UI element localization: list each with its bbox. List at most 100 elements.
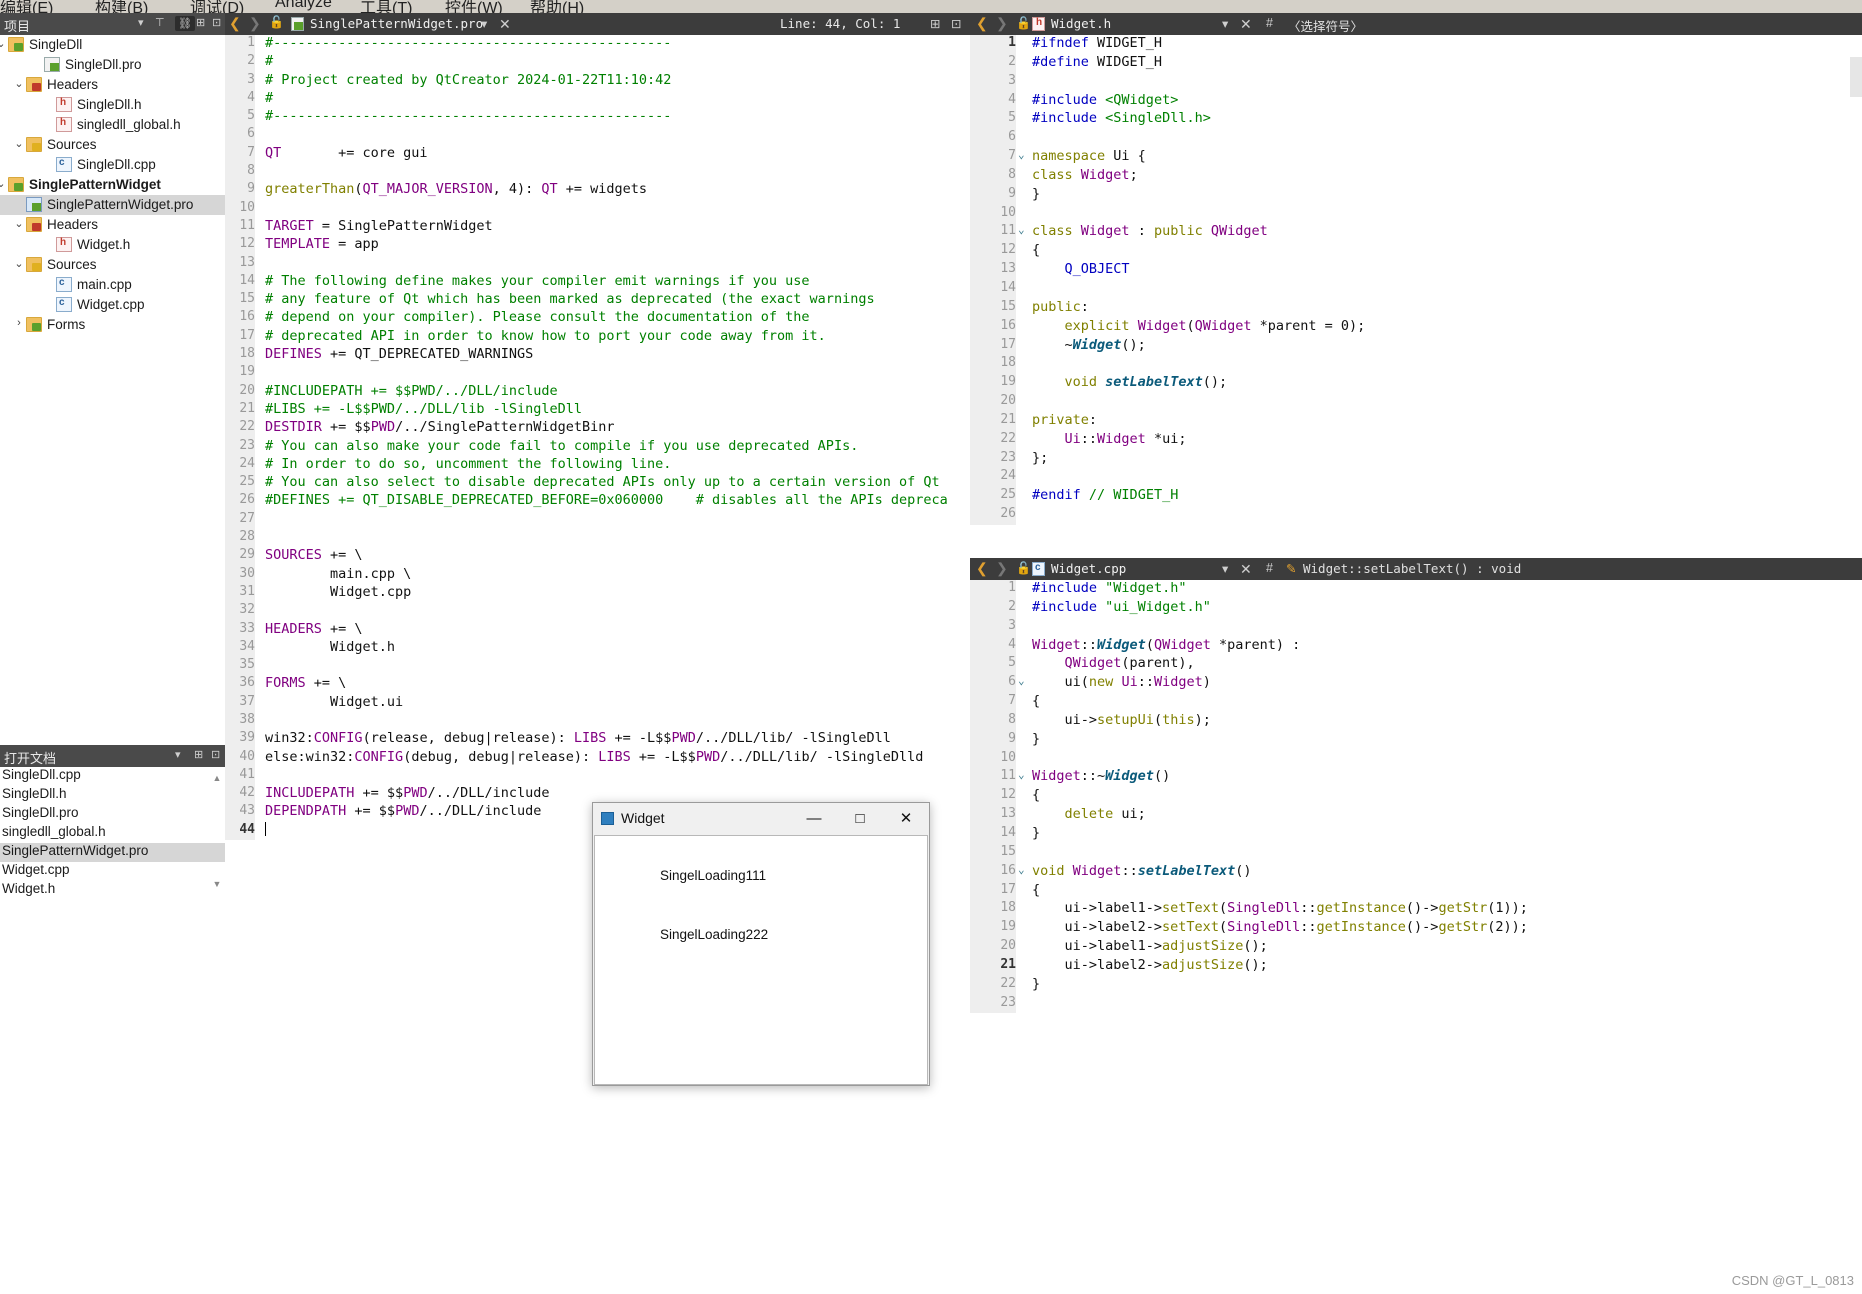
line-number: 24	[225, 455, 255, 475]
menu-item-3[interactable]: Analyze	[275, 0, 332, 12]
code-text: #ifndef WIDGET_H	[1032, 35, 1163, 51]
tree-item-headers[interactable]: ⌄ Headers	[0, 75, 225, 95]
fold-toggle-icon[interactable]: ⌄	[1018, 863, 1030, 876]
tree-item-singledll-pro[interactable]: SingleDll.pro	[0, 55, 225, 75]
chevron-right-icon[interactable]: ›	[12, 317, 26, 329]
close-button[interactable]: ✕	[883, 803, 929, 835]
open-document-item[interactable]: singledll_global.h	[0, 824, 225, 843]
fold-toggle-icon[interactable]: ⌄	[1018, 768, 1030, 781]
tree-item-main-cpp[interactable]: main.cpp	[0, 275, 225, 295]
open-document-item[interactable]: SingleDll.pro	[0, 805, 225, 824]
header-symbol-selector[interactable]: 〈选择符号〉	[1288, 16, 1363, 35]
menu-bar[interactable]: 编辑(E) 构建(B) 调试(D) Analyze 工具(T) 控件(W) 帮助(H)	[0, 0, 1862, 13]
menu-item-6[interactable]: 帮助(H)	[530, 0, 584, 13]
open-document-item[interactable]: SingleDll.cpp	[0, 767, 225, 786]
chevron-down-icon[interactable]: ⌄	[12, 137, 26, 150]
open-document-item[interactable]: SinglePatternWidget.pro	[0, 843, 225, 862]
lock-icon[interactable]: 🔓	[1016, 561, 1031, 575]
filter-icon[interactable]: ⊤	[155, 16, 165, 29]
chevron-down-icon[interactable]: ▾	[1222, 561, 1228, 576]
chevron-down-icon[interactable]: ⌄	[12, 217, 26, 230]
tree-item-singlepatternwidget[interactable]: ⌄ SinglePatternWidget	[0, 175, 225, 195]
chevron-down-icon[interactable]: ⌄	[0, 37, 8, 50]
split-icon[interactable]: ⊞	[196, 16, 205, 29]
lock-icon[interactable]: 🔓	[1016, 16, 1031, 30]
open-document-item[interactable]: Widget.cpp	[0, 862, 225, 881]
chevron-down-icon[interactable]: ⌄	[12, 257, 26, 270]
tree-item-singledll-h[interactable]: SingleDll.h	[0, 95, 225, 115]
maximize-button[interactable]: □	[837, 803, 883, 835]
nav-forward-icon[interactable]: ❯	[996, 560, 1008, 577]
fold-toggle-icon[interactable]: ⌄	[1018, 674, 1030, 687]
tree-item-label: singledll_global.h	[77, 117, 181, 132]
source-editor-filename[interactable]: Widget.cpp	[1051, 561, 1126, 576]
header-scrollbar[interactable]	[1850, 57, 1862, 97]
nav-forward-icon[interactable]: ❯	[249, 15, 261, 32]
menu-item-1[interactable]: 构建(B)	[95, 0, 148, 13]
tree-item-forms[interactable]: › Forms	[0, 315, 225, 335]
menu-item-2[interactable]: 调试(D)	[190, 0, 244, 13]
tree-item-singledll[interactable]: ⌄ SingleDll	[0, 35, 225, 55]
split-icon[interactable]: ⊞	[194, 748, 203, 761]
chevron-down-icon[interactable]: ▾	[1222, 16, 1228, 31]
close-icon[interactable]: ✕	[1240, 16, 1252, 33]
file-cpp-icon	[56, 157, 72, 172]
tree-item-singledll-global-h[interactable]: singledll_global.h	[0, 115, 225, 135]
open-documents-scrollbar[interactable]: ▲ ▼	[212, 773, 222, 889]
minimize-icon[interactable]: ⊡	[212, 16, 221, 29]
nav-back-icon[interactable]: ❮	[976, 15, 988, 32]
header-editor-filename[interactable]: Widget.h	[1051, 16, 1111, 31]
line-number: 24	[970, 468, 1016, 488]
chevron-down-icon[interactable]: ⌄	[0, 177, 8, 190]
chevron-down-icon[interactable]: ⌄	[12, 77, 26, 90]
header-editor-code[interactable]: 1 #ifndef WIDGET_H 2 #define WIDGET_H 3 4 #inc…	[970, 35, 1862, 558]
minimize-icon[interactable]: ⊡	[951, 16, 961, 31]
widget-dialog-titlebar[interactable]: Widget — □ ✕	[593, 803, 929, 835]
close-icon[interactable]: ✕	[1240, 561, 1252, 578]
line-number: 21	[970, 411, 1016, 431]
close-icon[interactable]: ✕	[499, 16, 511, 33]
code-text: ui->label2->setText(SingleDll::getInstan…	[1032, 919, 1528, 936]
main-editor-code[interactable]: 1 #--------------------------------------…	[225, 35, 970, 1294]
menu-item-5[interactable]: 控件(W)	[445, 0, 503, 13]
scroll-down-icon[interactable]: ▼	[212, 879, 222, 889]
minimize-button[interactable]: —	[791, 803, 837, 835]
main-editor-filename[interactable]: SinglePatternWidget.pro	[310, 16, 483, 31]
link-icon[interactable]: ⛓	[175, 16, 195, 31]
open-documents-list[interactable]: SingleDll.cpp SingleDll.h SingleDll.pro sin…	[0, 767, 225, 900]
split-icon[interactable]: ⊞	[930, 16, 940, 31]
nav-back-icon[interactable]: ❮	[976, 560, 988, 577]
line-number: 37	[225, 693, 255, 712]
nav-forward-icon[interactable]: ❯	[996, 15, 1008, 32]
menu-item-4[interactable]: 工具(T)	[360, 0, 412, 13]
tree-item-widget-cpp[interactable]: Widget.cpp	[0, 295, 225, 315]
scroll-up-icon[interactable]: ▲	[212, 773, 222, 783]
nav-back-icon[interactable]: ❮	[229, 15, 241, 32]
fold-toggle-icon[interactable]: ⌄	[1018, 148, 1030, 161]
tree-item-singlepatternwidget-pro[interactable]: SinglePatternWidget.pro	[0, 195, 225, 215]
chevron-down-icon[interactable]: ▾	[138, 16, 144, 29]
file-pro-sel-icon	[26, 197, 42, 212]
tree-item-headers[interactable]: ⌄ Headers	[0, 215, 225, 235]
project-tree[interactable]: ⌄ SingleDll SingleDll.pro ⌄ Headers SingleDll…	[0, 35, 225, 335]
open-document-item[interactable]: Widget.h	[0, 881, 225, 900]
chevron-down-icon[interactable]: ▾	[481, 16, 487, 31]
fold-toggle-icon[interactable]: ⌄	[1018, 223, 1030, 236]
source-symbol-selector[interactable]: Widget::setLabelText() : void	[1303, 561, 1521, 576]
chevron-down-icon[interactable]: ▾	[175, 748, 181, 761]
open-document-item[interactable]: SingleDll.h	[0, 786, 225, 805]
widget-dialog[interactable]: Widget — □ ✕ SingelLoading111 SingelLoad…	[592, 802, 930, 1086]
lock-icon[interactable]: 🔓	[269, 15, 284, 29]
tree-item-singledll-cpp[interactable]: SingleDll.cpp	[0, 155, 225, 175]
code-text: # The following define makes your compil…	[265, 272, 810, 289]
menu-item-0[interactable]: 编辑(E)	[0, 0, 53, 13]
tree-item-widget-h[interactable]: Widget.h	[0, 235, 225, 255]
line-number: 26	[225, 492, 255, 511]
minimize-icon[interactable]: ⊡	[211, 748, 220, 761]
tree-item-sources[interactable]: ⌄ Sources	[0, 255, 225, 275]
source-editor-code[interactable]: 1 #include "Widget.h" 2 #include "ui_Widget…	[970, 580, 1862, 1294]
line-number: 17	[970, 336, 1016, 356]
code-text: QT += core gui	[265, 144, 428, 161]
code-text: # deprecated API in order to know how to…	[265, 327, 826, 344]
tree-item-sources[interactable]: ⌄ Sources	[0, 135, 225, 155]
